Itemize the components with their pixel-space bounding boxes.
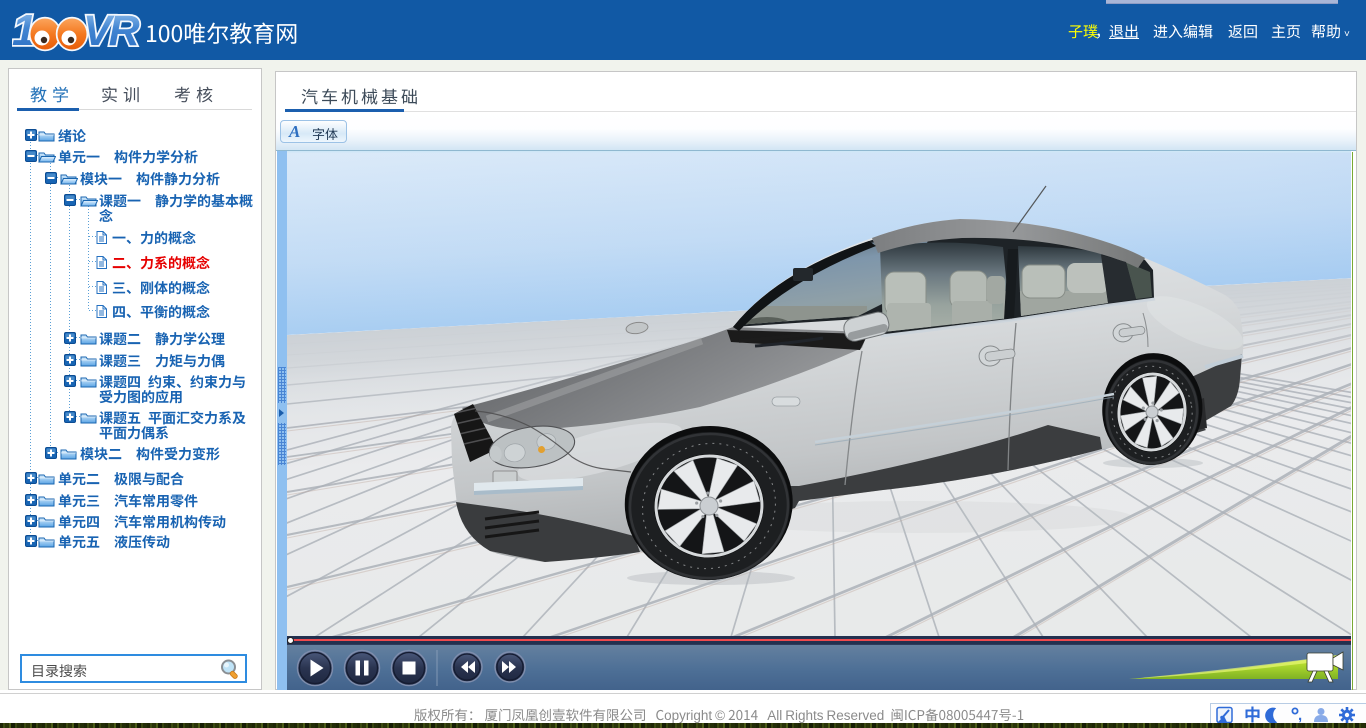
svg-text:,: , <box>1298 704 1302 725</box>
